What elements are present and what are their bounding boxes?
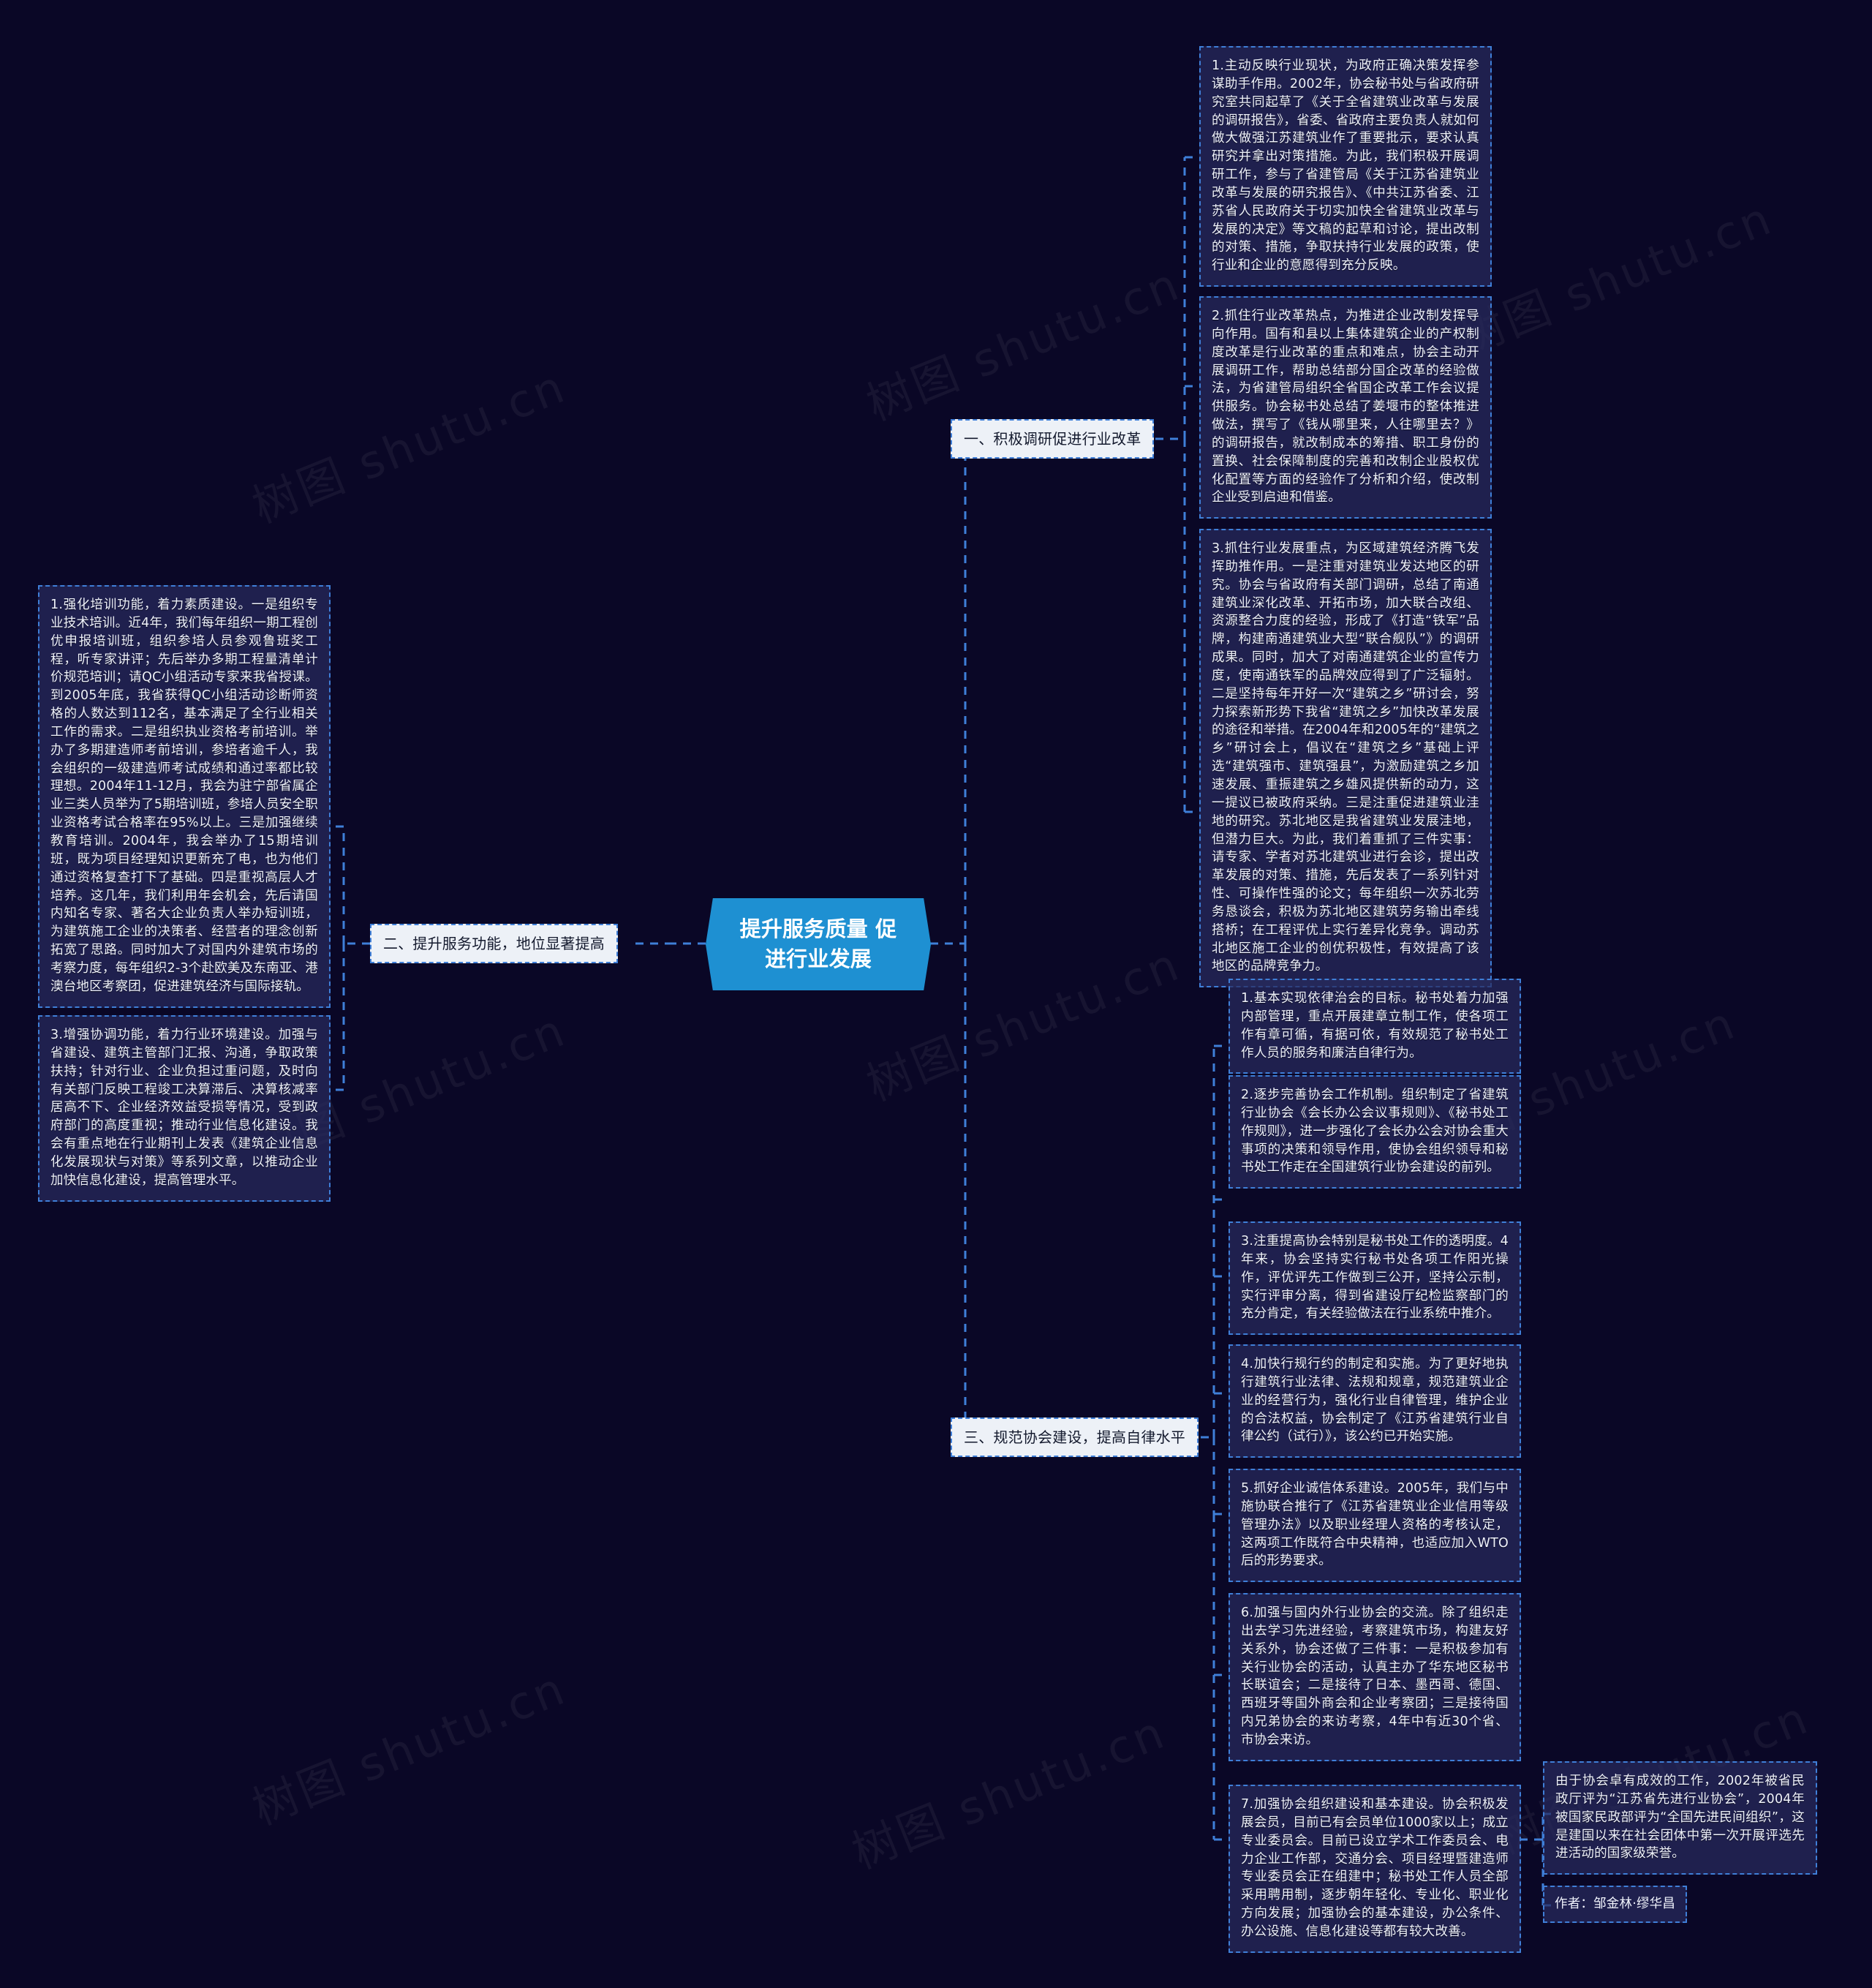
leaf-text: 1.强化培训功能，着力素质建设。一是组织专业技术培训。近4年，我们每年组织一期工… xyxy=(50,598,318,994)
watermark: 树图 shutu.cn xyxy=(244,1660,574,1836)
mindmap-canvas: 树图 shutu.cn 树图 shutu.cn 树图 shutu.cn 树图 s… xyxy=(0,0,1872,1988)
leaf-text: 7.加强协会组织建设和基本建设。协会积极发展会员，目前已有会员单位1000家以上… xyxy=(1241,1797,1509,1939)
watermark: 树图 shutu.cn xyxy=(858,256,1188,432)
leaf-b3-2[interactable]: 2.逐步完善协会工作机制。组织制定了省建筑行业协会《会长办公会议事规则》、《秘书… xyxy=(1228,1075,1521,1189)
watermark: 树图 shutu.cn xyxy=(1451,190,1781,366)
branch-label-3-text: 三、规范协会建设，提高自律水平 xyxy=(964,1428,1185,1446)
author-credit-text: 作者：邹金林·缪华昌 xyxy=(1555,1897,1676,1911)
branch-label-3[interactable]: 三、规范协会建设，提高自律水平 xyxy=(951,1417,1199,1458)
leaf-text: 5.抓好企业诚信体系建设。2005年，我们与中施协联合推行了《江苏省建筑业企业信… xyxy=(1241,1481,1509,1569)
author-credit[interactable]: 作者：邹金林·缪华昌 xyxy=(1543,1886,1688,1923)
leaf-b1-3[interactable]: 3.抓住行业发展重点，为区域建筑经济腾飞发挥助推作用。一是注重对建筑业发达地区的… xyxy=(1199,529,1492,988)
leaf-b1-1[interactable]: 1.主动反映行业现状，为政府正确决策发挥参谋助手作用。2002年，协会秘书处与省… xyxy=(1199,46,1492,287)
leaf-b1-2[interactable]: 2.抓住行业改革热点，为推进企业改制发挥导向作用。国有和县以上集体建筑企业的产权… xyxy=(1199,296,1492,519)
leaf-text: 4.加快行规行约的制定和实施。为了更好地执行建筑行业法律、法规和规章，规范建筑业… xyxy=(1241,1357,1509,1445)
leaf-b3-7[interactable]: 7.加强协会组织建设和基本建设。协会积极发展会员，目前已有会员单位1000家以上… xyxy=(1228,1785,1521,1953)
leaf-b3-6[interactable]: 6.加强与国内外行业协会的交流。除了组织走出去学习先进经验，考察建筑市场，构建友… xyxy=(1228,1593,1521,1761)
root-label: 提升服务质量 促进行业发展 xyxy=(739,916,897,972)
leaf-b2-2[interactable]: 3.增强协调功能，着力行业环境建设。加强与省建设、建筑主管部门汇报、沟通，争取政… xyxy=(38,1015,331,1202)
branch-label-1-text: 一、积极调研促进行业改革 xyxy=(964,430,1141,448)
leaf-text: 3.注重提高协会特别是秘书处工作的透明度。4年来，协会坚持实行秘书处各项工作阳光… xyxy=(1241,1234,1509,1322)
leaf-b3-3[interactable]: 3.注重提高协会特别是秘书处工作的透明度。4年来，协会坚持实行秘书处各项工作阳光… xyxy=(1228,1221,1521,1336)
leaf-text: 3.增强协调功能，着力行业环境建设。加强与省建设、建筑主管部门汇报、沟通，争取政… xyxy=(50,1028,318,1188)
leaf-text: 6.加强与国内外行业协会的交流。除了组织走出去学习先进经验，考察建筑市场，构建友… xyxy=(1241,1605,1509,1747)
watermark: 树图 shutu.cn xyxy=(244,358,574,534)
watermark: 树图 shutu.cn xyxy=(844,1704,1174,1880)
leaf-honor[interactable]: 由于协会卓有成效的工作，2002年被省民政厅评为“江苏省先进行业协会”，2004… xyxy=(1543,1761,1817,1875)
leaf-text: 3.抓住行业发展重点，为区域建筑经济腾飞发挥助推作用。一是注重对建筑业发达地区的… xyxy=(1212,541,1479,974)
branch-label-1[interactable]: 一、积极调研促进行业改革 xyxy=(951,419,1155,459)
leaf-b2-1[interactable]: 1.强化培训功能，着力素质建设。一是组织专业技术培训。近4年，我们每年组织一期工… xyxy=(38,585,331,1008)
leaf-text: 2.抓住行业改革热点，为推进企业改制发挥导向作用。国有和县以上集体建筑企业的产权… xyxy=(1212,309,1479,505)
leaf-text: 1.基本实现依律治会的目标。秘书处着力加强内部管理，重点开展建章立制工作，使各项… xyxy=(1241,991,1509,1061)
leaf-b3-5[interactable]: 5.抓好企业诚信体系建设。2005年，我们与中施协联合推行了《江苏省建筑业企业信… xyxy=(1228,1469,1521,1583)
leaf-text: 1.主动反映行业现状，为政府正确决策发挥参谋助手作用。2002年，协会秘书处与省… xyxy=(1212,59,1479,274)
leaf-text: 由于协会卓有成效的工作，2002年被省民政厅评为“江苏省先进行业协会”，2004… xyxy=(1555,1774,1805,1861)
branch-label-2-text: 二、提升服务功能，地位显著提高 xyxy=(383,935,605,952)
branch-label-2[interactable]: 二、提升服务功能，地位显著提高 xyxy=(370,924,618,964)
root-node[interactable]: 提升服务质量 促进行业发展 xyxy=(706,898,931,991)
leaf-b3-1[interactable]: 1.基本实现依律治会的目标。秘书处着力加强内部管理，重点开展建章立制工作，使各项… xyxy=(1228,979,1521,1074)
leaf-text: 2.逐步完善协会工作机制。组织制定了省建筑行业协会《会长办公会议事规则》、《秘书… xyxy=(1241,1088,1509,1175)
leaf-b3-4[interactable]: 4.加快行规行约的制定和实施。为了更好地执行建筑行业法律、法规和规章，规范建筑业… xyxy=(1228,1344,1521,1458)
